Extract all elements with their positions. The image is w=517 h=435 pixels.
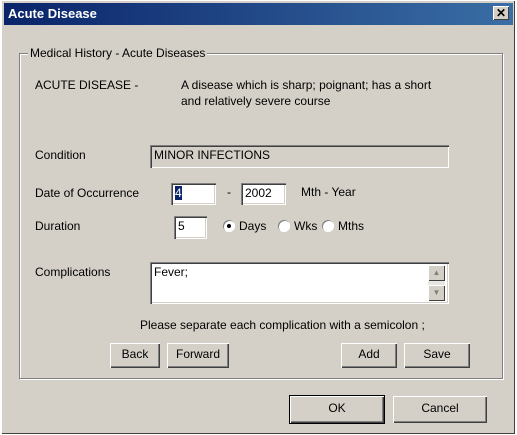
complications-scrollbar[interactable]: ▲ ▼: [428, 265, 445, 301]
back-button-label: Back: [121, 347, 149, 361]
duration-mths-label[interactable]: Mths: [338, 219, 364, 233]
occurrence-month-value: 4: [175, 186, 182, 200]
date-format-hint: Mth - Year: [301, 185, 356, 199]
complications-hint: Please separate each complication with a…: [140, 318, 425, 332]
duration-wks-label[interactable]: Wks: [294, 219, 317, 233]
duration-wks-radio[interactable]: [278, 220, 290, 232]
definition-line-2: and relatively severe course: [181, 94, 331, 108]
add-button[interactable]: Add: [341, 343, 397, 368]
close-icon: ✕: [495, 6, 507, 20]
condition-label: Condition: [35, 148, 86, 162]
duration-days-label[interactable]: Days: [239, 219, 266, 233]
cancel-button-label: Cancel: [421, 401, 459, 415]
date-of-occurrence-label: Date of Occurrence: [35, 186, 140, 200]
occurrence-month-input[interactable]: 4: [171, 183, 216, 205]
group-legend: Medical History - Acute Diseases: [28, 46, 208, 60]
ok-button[interactable]: OK: [289, 395, 385, 424]
duration-value: 5: [178, 219, 185, 233]
cancel-button[interactable]: Cancel: [393, 396, 487, 423]
complications-value: Fever;: [154, 265, 189, 279]
definition-term: ACUTE DISEASE -: [35, 78, 139, 92]
complications-textarea[interactable]: Fever;: [150, 262, 449, 304]
forward-button-label: Forward: [175, 347, 220, 361]
save-button[interactable]: Save: [404, 343, 470, 368]
duration-mths-radio[interactable]: [322, 220, 334, 232]
date-separator: -: [227, 185, 231, 199]
close-button[interactable]: ✕: [493, 6, 509, 20]
forward-button[interactable]: Forward: [167, 343, 229, 368]
duration-input[interactable]: 5: [174, 216, 207, 239]
definition-line-1: A disease which is sharp; poignant; has …: [181, 78, 432, 92]
title-bar[interactable]: Acute Disease ✕: [4, 3, 513, 25]
occurrence-year-value: 2002: [245, 186, 272, 200]
window-title: Acute Disease: [8, 6, 97, 21]
back-button[interactable]: Back: [110, 343, 160, 368]
acute-disease-dialog: Acute Disease ✕ Medical History - Acute …: [1, 0, 515, 434]
scroll-down-icon[interactable]: ▼: [428, 285, 445, 301]
scroll-up-icon[interactable]: ▲: [428, 265, 445, 281]
condition-value: MINOR INFECTIONS: [154, 148, 270, 162]
duration-days-radio[interactable]: [223, 220, 235, 232]
condition-field[interactable]: MINOR INFECTIONS: [150, 145, 449, 168]
complications-label: Complications: [35, 265, 111, 279]
duration-label: Duration: [35, 219, 81, 233]
add-button-label: Add: [358, 347, 380, 361]
ok-button-label: OK: [328, 401, 346, 415]
occurrence-year-input[interactable]: 2002: [241, 183, 286, 205]
save-button-label: Save: [423, 347, 451, 361]
